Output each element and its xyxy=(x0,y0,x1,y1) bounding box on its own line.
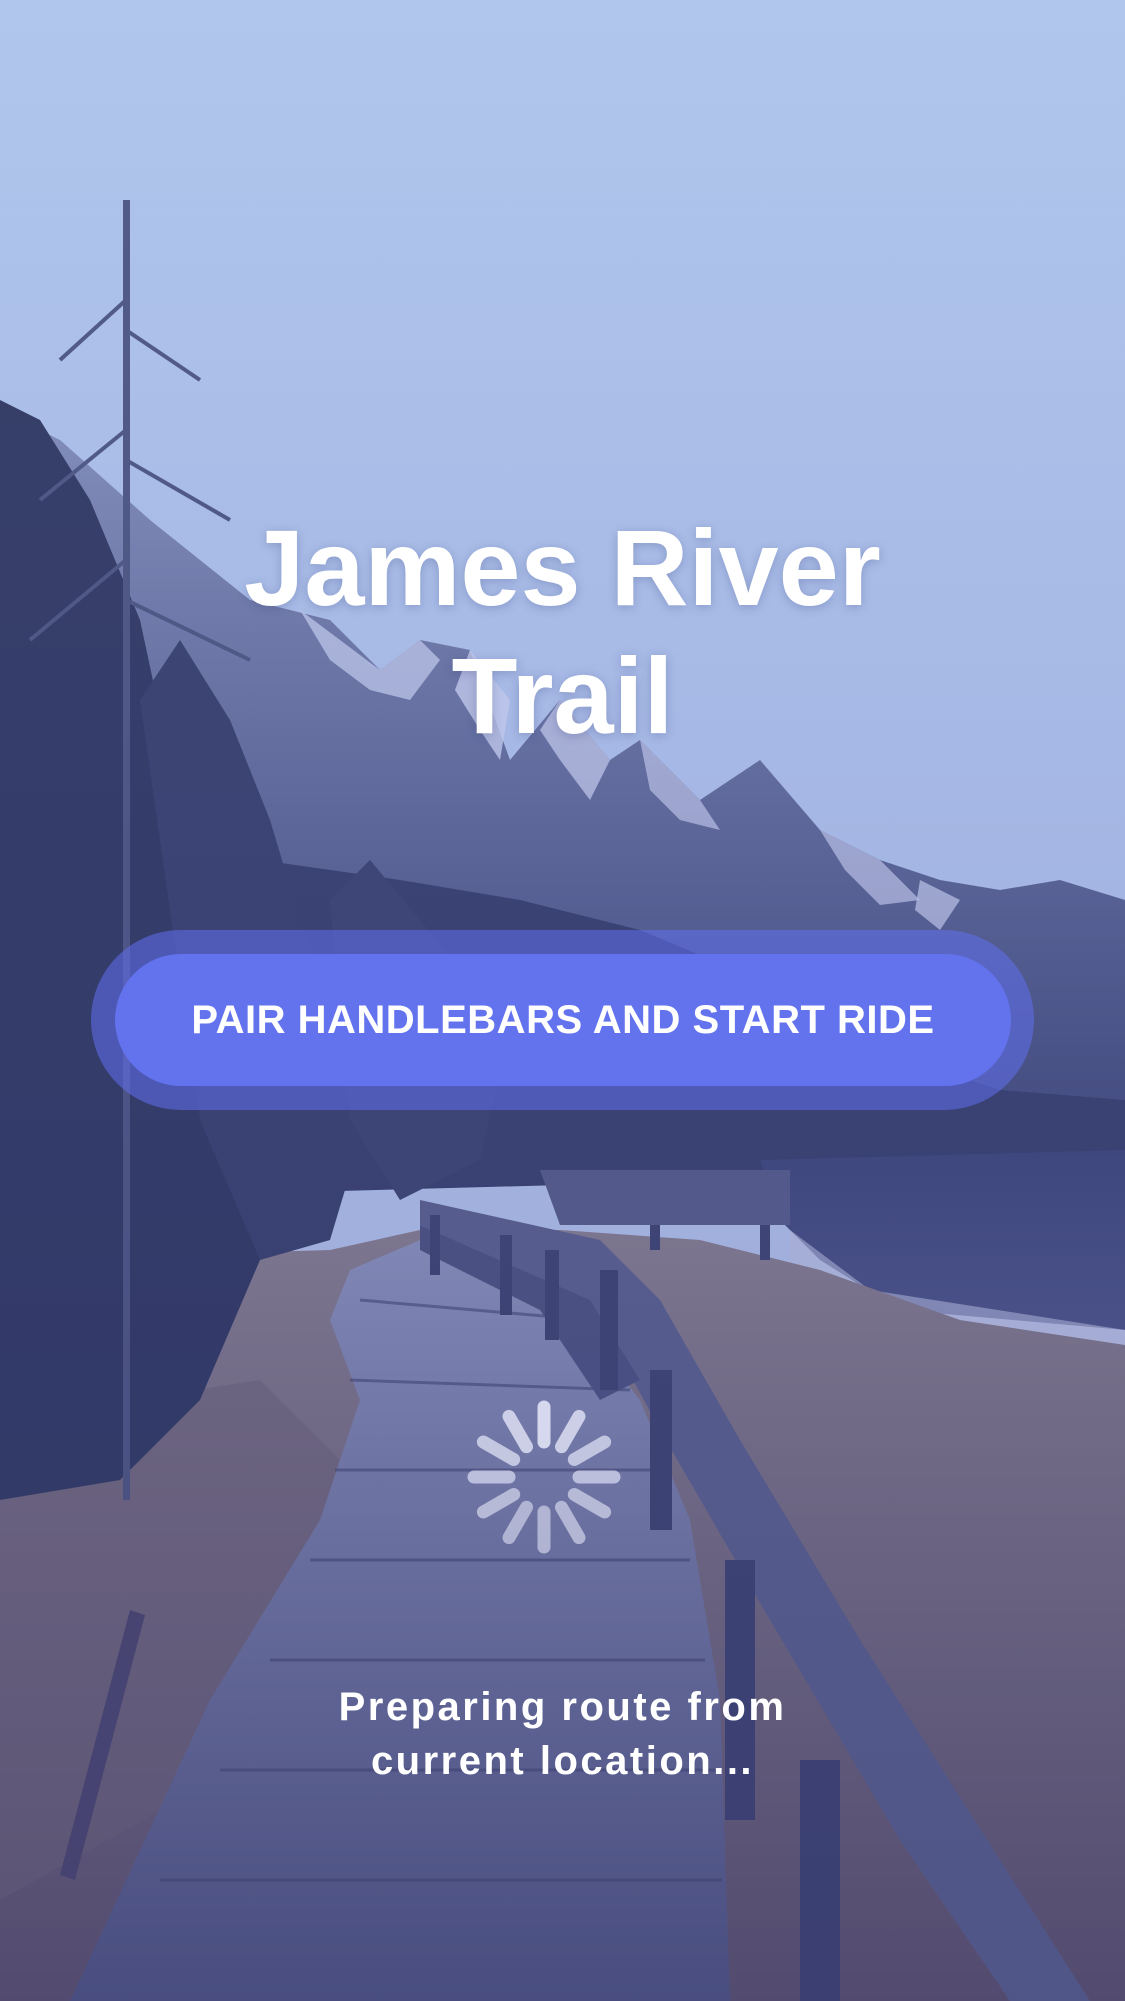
pair-handlebars-start-ride-label: PAIR HANDLEBARS AND START RIDE xyxy=(191,997,935,1042)
pair-handlebars-start-ride-button[interactable]: PAIR HANDLEBARS AND START RIDE xyxy=(115,954,1011,1086)
page-title: James River Trail xyxy=(0,504,1125,760)
page-title-line-2: Trail xyxy=(451,635,674,757)
loading-spinner-icon xyxy=(439,1372,649,1582)
loading-status-line-2: current location... xyxy=(370,1739,755,1783)
loading-status-line-1: Preparing route from xyxy=(338,1685,787,1729)
page-title-line-1: James River xyxy=(244,507,881,629)
loading-status-text: Preparing route from current location... xyxy=(0,1680,1125,1788)
